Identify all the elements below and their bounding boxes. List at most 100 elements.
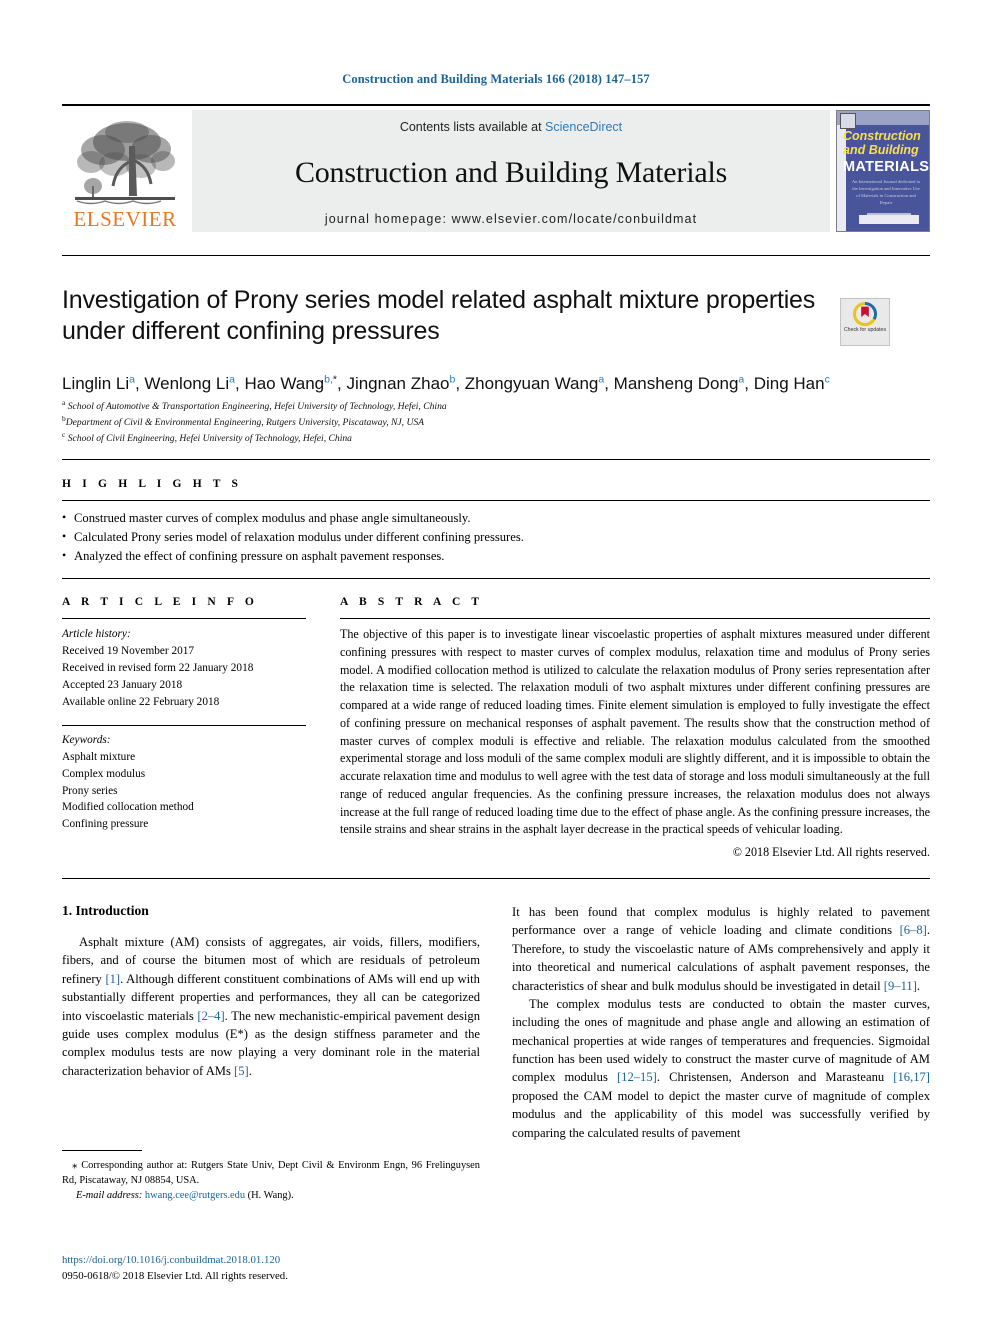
article-history-label: Article history: [62,628,131,640]
article-history-item: Received in revised form 22 January 2018 [62,661,254,674]
crossmark-label: Check for updates [843,327,887,333]
paragraph: It has been found that complex modulus i… [512,905,930,993]
section-heading-introduction: 1. Introduction [62,903,149,918]
keyword-item: Asphalt mixture [62,750,136,763]
body-column-left: 1. Introduction Asphalt mixture (AM) con… [62,903,480,1080]
article-info-column: Article history: Received 19 November 20… [62,626,312,833]
divider-abstract [340,618,930,619]
highlights-heading: H I G H L I G H T S [62,478,243,490]
affiliation-item: c School of Civil Engineering, Hefei Uni… [62,430,762,446]
doi-link[interactable]: https://doi.org/10.1016/j.conbuildmat.20… [62,1253,482,1269]
highlights-list: Construed master curves of complex modul… [62,508,742,566]
paragraph: The complex modulus tests are conducted … [512,996,931,1140]
divider-footnote [62,1150,142,1151]
author-item: Zhongyuan Wanga, [464,373,614,393]
author-item: Linglin Lia, [62,373,145,393]
crossmark-badge[interactable]: Check for updates [840,298,890,346]
contents-band: Contents lists available at ScienceDirec… [192,110,830,232]
affiliation-item: bDepartment of Civil & Environmental Eng… [62,414,762,430]
article-history-item: Accepted 23 January 2018 [62,678,183,691]
sciencedirect-link[interactable]: ScienceDirect [545,120,622,134]
journal-title: Construction and Building Materials [294,156,728,189]
journal-masthead: ELSEVIER Contents lists available at Sci… [62,104,930,232]
author-item: Ding Hanc [754,373,830,393]
affiliation-item: a School of Automotive & Transportation … [62,398,762,414]
author-name: Mansheng Dong [613,373,739,393]
paragraph: Asphalt mixture (AM) consists of aggrega… [62,935,480,1078]
keyword-item: Confining pressure [62,818,149,831]
author-item: Wenlong Lia, [144,373,245,393]
email-label: E-mail address: [76,1190,143,1202]
journal-homepage-link[interactable]: journal homepage: www.elsevier.com/locat… [325,212,697,226]
cover-title-line3: MATERIALS [843,159,930,175]
doi-block: https://doi.org/10.1016/j.conbuildmat.20… [62,1253,482,1284]
author-name: Wenlong Li [144,373,230,393]
divider-masthead-bottom [62,255,930,256]
citation-ref[interactable]: [16,17] [893,1070,930,1084]
divider-above-article-info [62,578,930,579]
divider-highlights [62,500,930,501]
elsevier-tree-icon [75,121,175,205]
author-name: Jingnan Zhao [346,373,450,393]
keywords-label: Keywords: [62,733,111,746]
title-block: Investigation of Prony series model rela… [62,285,822,347]
author-affil-mark: c [824,373,830,385]
divider-keywords [62,724,306,726]
citation-ref[interactable]: [6–8] [900,923,927,937]
abstract-copyright: © 2018 Elsevier Ltd. All rights reserved… [732,845,930,860]
page-title: Investigation of Prony series model rela… [62,286,816,345]
list-item: Construed master curves of complex modul… [62,508,742,528]
email-link[interactable]: hwang.cee@rutgers.edu [145,1190,245,1201]
citation-ref[interactable]: [12–15] [617,1070,657,1084]
affiliation-mark: a [62,398,66,407]
affiliation-list: a School of Automotive & Transportation … [62,398,762,446]
footnote-block: ⁎ Corresponding author at: Rutgers State… [62,1157,480,1204]
affiliation-mark: c [62,430,66,440]
article-history-item: Available online 22 February 2018 [62,695,220,708]
citation-ref[interactable]: [1] [105,972,120,986]
author-name: Zhongyuan Wang [464,373,599,393]
abstract-text: The objective of this paper is to invest… [340,627,930,837]
author-item: Hao Wangb,*, [244,373,347,393]
divider-above-highlights [62,459,930,460]
journal-cover-thumbnail: Construction and Building MATERIALS An I… [836,110,930,232]
list-item: Calculated Prony series model of relaxat… [62,527,742,547]
divider-above-body [62,878,930,879]
cover-publisher-badge [840,113,856,129]
article-info-heading: A R T I C L E I N F O [62,596,258,608]
contents-available-line: Contents lists available at ScienceDirec… [400,120,622,134]
citation-ref[interactable]: [9–11] [884,979,917,993]
elsevier-wordmark: ELSEVIER [73,207,177,231]
abstract-heading: A B S T R A C T [340,596,484,608]
running-head: Construction and Building Materials 166 … [342,72,650,86]
keyword-item: Modified collocation method [62,801,194,814]
elsevier-logo: ELSEVIER [62,110,188,232]
cover-title-line1: Construction [843,129,921,143]
cover-title-line2: and Building [843,143,919,157]
corresponding-author-note: ⁎ Corresponding author at: Rutgers State… [62,1159,480,1187]
issn-copyright: 0950-0618/© 2018 Elsevier Ltd. All right… [62,1269,288,1282]
author-item: Mansheng Donga, [613,373,754,393]
keyword-item: Complex modulus [62,767,146,780]
article-history-item: Received 19 November 2017 [62,644,195,657]
email-note: E-mail address: hwang.cee@rutgers.edu (H… [62,1188,480,1203]
author-name: Hao Wang [244,373,325,393]
citation-ref[interactable]: [2–4] [197,1009,224,1023]
cover-subtitle: An International Journal dedicated to th… [851,179,921,205]
affiliation-text: Department of Civil & Environmental Engi… [65,417,425,429]
author-list: Linglin Lia, Wenlong Lia, Hao Wangb,*, J… [62,373,930,394]
contents-prefix: Contents lists available at [399,120,546,134]
affiliation-text: School of Civil Engineering, Hefei Unive… [67,433,352,445]
author-affil-mark: b, [324,373,333,385]
affiliation-text: School of Automotive & Transportation En… [67,401,447,413]
citation-ref[interactable]: [5] [234,1064,249,1078]
author-item: Jingnan Zhaob, [346,373,465,393]
email-owner: (H. Wang). [247,1190,294,1202]
keyword-item: Prony series [62,784,118,797]
paper-page: Construction and Building Materials 166 … [0,0,992,1323]
body-column-right: It has been found that complex modulus i… [512,903,930,1142]
list-item: Analyzed the effect of confining pressur… [62,546,742,566]
author-name: Linglin Li [62,373,130,393]
divider-article-info [62,618,306,619]
abstract-column: The objective of this paper is to invest… [340,626,930,862]
